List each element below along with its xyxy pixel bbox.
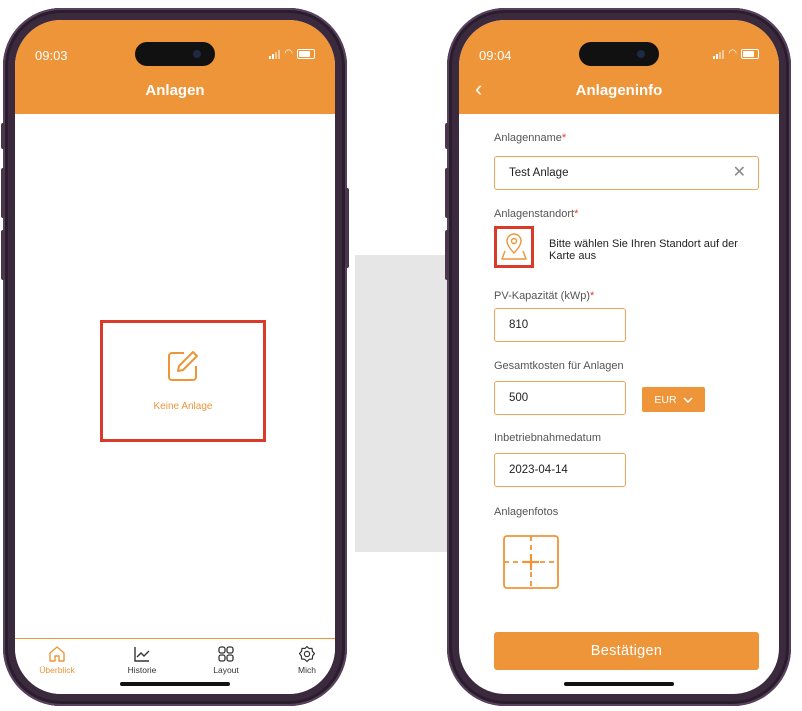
chart-icon — [134, 647, 150, 662]
wifi-icon: ◠ — [284, 48, 293, 59]
photos-label: Anlagenfotos — [494, 506, 559, 518]
tab-label: Überblick — [39, 665, 75, 675]
location-label: Anlagenstandort* — [494, 208, 579, 220]
grid-icon — [218, 646, 234, 662]
add-photo-icon[interactable] — [502, 534, 560, 590]
status-time: 09:04 — [479, 48, 512, 63]
dynamic-island — [579, 42, 659, 66]
home-indicator — [564, 682, 674, 686]
background-panel — [355, 255, 450, 552]
tab-mich[interactable]: Mich — [277, 639, 335, 675]
signal-icon — [269, 49, 281, 59]
capacity-label: PV-Kapazität (kWp)* — [494, 290, 595, 302]
cost-label: Gesamtkosten für Anlagen — [494, 360, 624, 372]
screen-right: 09:04 ◠ ‹ Anlageninfo Anlagenname* Test … — [459, 20, 779, 694]
currency-value: EUR — [654, 393, 677, 406]
date-value: 2023-04-14 — [509, 464, 568, 476]
page-title: Anlagen — [145, 82, 205, 99]
empty-state-text: Keine Anlage — [153, 401, 213, 412]
phone-frame-right: 09:04 ◠ ‹ Anlageninfo Anlagenname* Test … — [445, 8, 791, 706]
tab-label: Mich — [298, 665, 316, 675]
location-hint: Bitte wählen Sie Ihren Standort auf der … — [549, 238, 738, 262]
signal-icon — [713, 49, 725, 59]
battery-icon — [297, 49, 315, 59]
phone-frame-left: 09:03 ◠ Anlagen Keine Anlage Überblick H… — [1, 8, 349, 706]
tab-historie[interactable]: Historie — [112, 639, 172, 675]
map-pin-icon — [501, 233, 527, 260]
gear-icon — [298, 645, 316, 663]
status-icons: ◠ — [713, 49, 759, 59]
app-header: 09:04 ◠ ‹ Anlageninfo — [459, 20, 779, 114]
home-icon — [49, 646, 65, 662]
location-picker-button[interactable] — [494, 226, 534, 268]
home-indicator — [120, 682, 230, 686]
screen-left: 09:03 ◠ Anlagen Keine Anlage Überblick H… — [15, 20, 335, 694]
date-input[interactable]: 2023-04-14 — [494, 453, 626, 487]
currency-select[interactable]: EUR — [642, 387, 705, 412]
wifi-icon: ◠ — [728, 48, 737, 59]
empty-state[interactable]: Keine Anlage — [100, 320, 266, 442]
status-time: 09:03 — [35, 48, 68, 63]
capacity-value: 810 — [509, 319, 529, 331]
tab-label: Layout — [213, 665, 239, 675]
dynamic-island — [135, 42, 215, 66]
tab-label: Historie — [127, 665, 157, 675]
plant-name-input[interactable]: Test Anlage ✕ — [494, 156, 759, 190]
cost-value: 500 — [509, 392, 529, 404]
status-icons: ◠ — [269, 49, 315, 59]
tab-layout[interactable]: Layout — [196, 639, 256, 675]
battery-icon — [741, 49, 759, 59]
name-label: Anlagenname* — [494, 132, 567, 144]
date-label: Inbetriebnahmedatum — [494, 432, 602, 444]
edit-icon — [168, 351, 198, 381]
app-header: 09:03 ◠ Anlagen — [15, 20, 335, 114]
plant-name-value: Test Anlage — [509, 167, 569, 179]
page-title: Anlageninfo — [575, 82, 663, 99]
tab-ueberblick[interactable]: Überblick — [27, 639, 87, 675]
capacity-input[interactable]: 810 — [494, 308, 626, 342]
cost-input[interactable]: 500 — [494, 381, 626, 415]
confirm-button[interactable]: Bestätigen — [494, 632, 759, 670]
chevron-down-icon — [683, 396, 693, 403]
close-icon[interactable]: ✕ — [733, 165, 746, 181]
